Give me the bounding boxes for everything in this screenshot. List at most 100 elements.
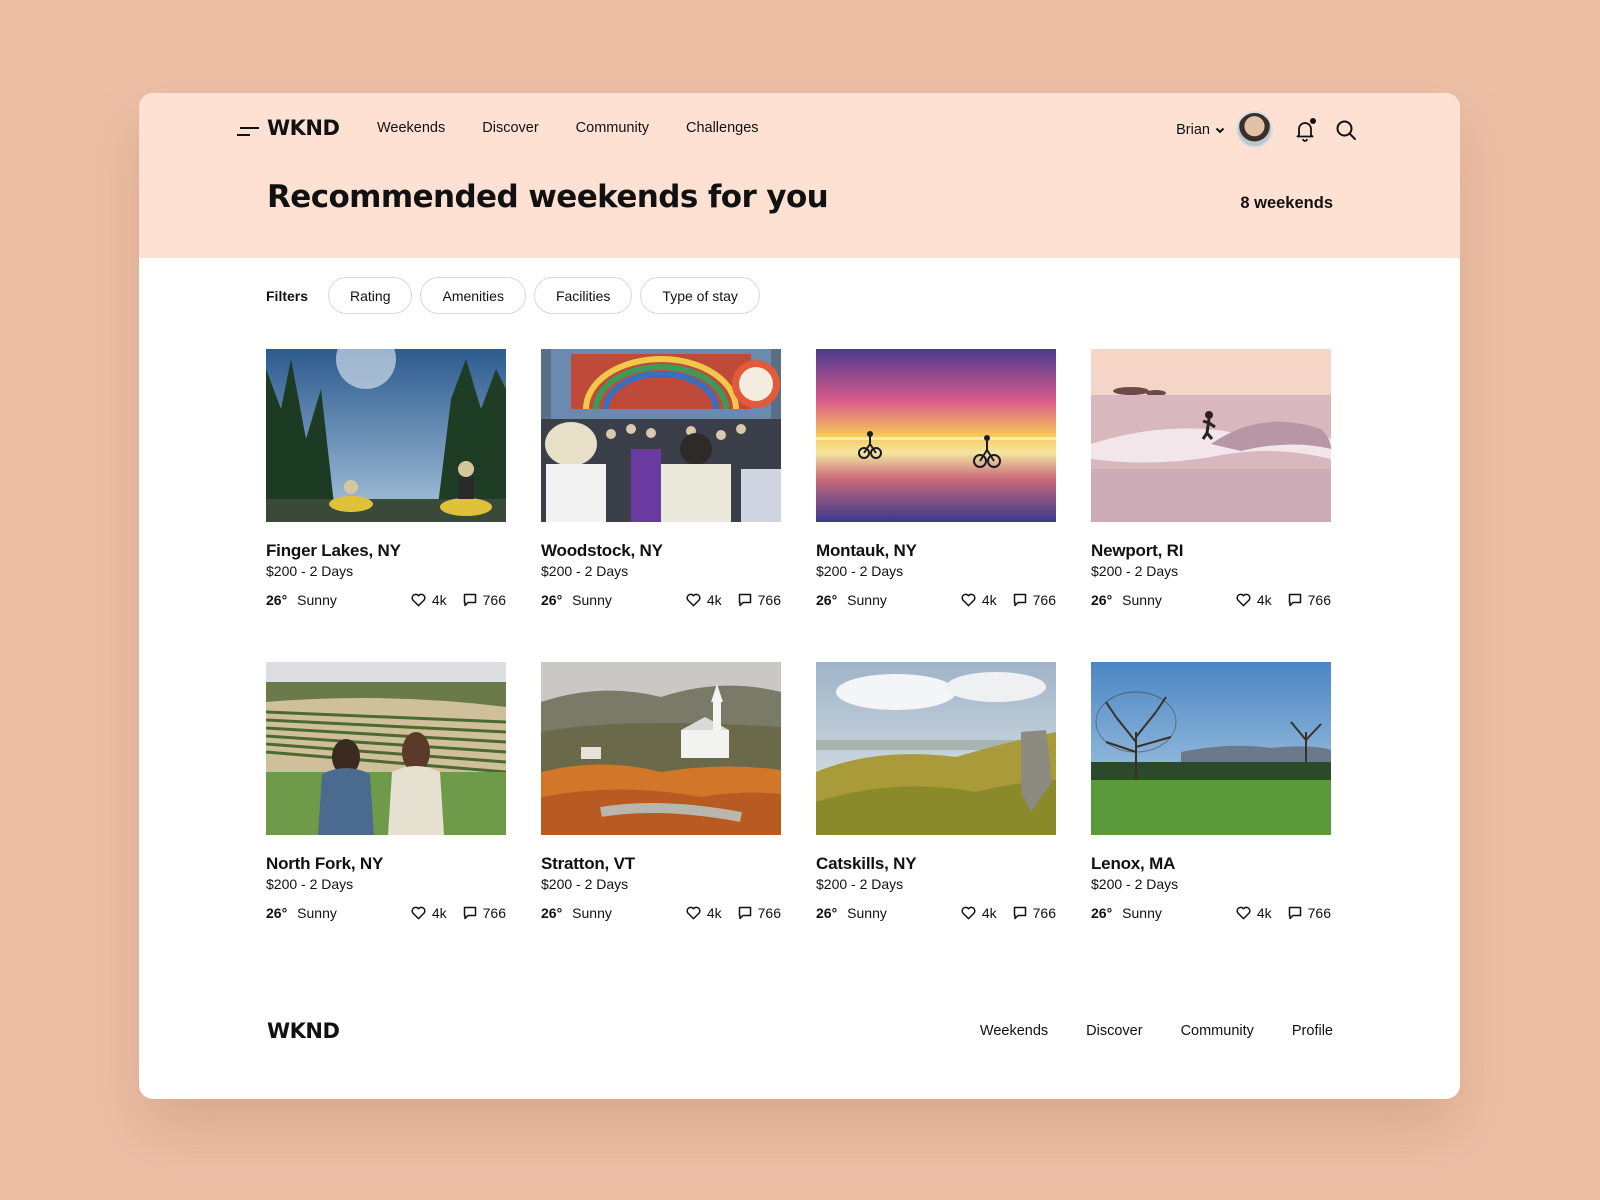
footer-link-weekends[interactable]: Weekends xyxy=(980,1023,1048,1039)
heart-icon xyxy=(411,906,426,920)
nav-link-challenges[interactable]: Challenges xyxy=(686,120,759,136)
comment-icon xyxy=(463,593,476,607)
comment-button[interactable]: 766 xyxy=(1013,905,1056,921)
filter-chip-facilities[interactable]: Facilities xyxy=(533,277,633,314)
hero-header: WKND Weekends Discover Community Challen… xyxy=(139,93,1460,258)
like-button[interactable]: 4k xyxy=(1236,592,1272,608)
card-title[interactable]: Finger Lakes, NY xyxy=(266,541,506,561)
heart-icon xyxy=(686,593,701,607)
notification-dot xyxy=(1310,117,1316,124)
nav-link-weekends[interactable]: Weekends xyxy=(377,120,445,136)
weekend-card[interactable]: Newport, RI $200 - 2 Days 26° Sunny 4k 7… xyxy=(1091,349,1331,608)
card-title[interactable]: Montauk, NY xyxy=(816,541,1056,561)
card-title[interactable]: Lenox, MA xyxy=(1091,854,1331,874)
weekend-photo[interactable] xyxy=(541,349,781,522)
page-title: Recommended weekends for you xyxy=(267,179,829,215)
comment-button[interactable]: 766 xyxy=(738,592,781,608)
comment-button[interactable]: 766 xyxy=(1288,905,1331,921)
comment-count: 766 xyxy=(1032,592,1056,608)
card-title[interactable]: Catskills, NY xyxy=(816,854,1056,874)
footer-link-discover[interactable]: Discover xyxy=(1086,1023,1142,1039)
weekend-card[interactable]: Catskills, NY $200 - 2 Days 26° Sunny 4k… xyxy=(816,662,1056,921)
comment-icon xyxy=(1013,906,1026,920)
nav-link-community[interactable]: Community xyxy=(576,120,649,136)
card-title[interactable]: North Fork, NY xyxy=(266,854,506,874)
weekend-grid: Finger Lakes, NY $200 - 2 Days 26° Sunny… xyxy=(266,349,1331,921)
like-button[interactable]: 4k xyxy=(686,905,722,921)
weekend-photo[interactable] xyxy=(541,662,781,835)
card-weather: Sunny xyxy=(572,905,612,921)
footer-link-profile[interactable]: Profile xyxy=(1292,1023,1333,1039)
card-title[interactable]: Newport, RI xyxy=(1091,541,1331,561)
weekend-photo[interactable] xyxy=(266,662,506,835)
user-name[interactable]: Brian xyxy=(1176,122,1210,138)
avatar[interactable] xyxy=(1236,111,1273,148)
comment-count: 766 xyxy=(482,905,506,921)
footer-links: Weekends Discover Community Profile xyxy=(942,1023,1333,1039)
search-button[interactable] xyxy=(1335,119,1357,141)
like-count: 4k xyxy=(1256,592,1272,608)
like-button[interactable]: 4k xyxy=(411,905,447,921)
like-count: 4k xyxy=(431,905,447,921)
card-title[interactable]: Woodstock, NY xyxy=(541,541,781,561)
weekend-card[interactable]: North Fork, NY $200 - 2 Days 26° Sunny 4… xyxy=(266,662,506,921)
card-price: $200 - 2 Days xyxy=(816,563,904,579)
card-temperature: 26° xyxy=(1091,592,1113,608)
weekend-card[interactable]: Lenox, MA $200 - 2 Days 26° Sunny 4k 766 xyxy=(1091,662,1331,921)
like-button[interactable]: 4k xyxy=(686,592,722,608)
notifications-button[interactable] xyxy=(1293,117,1317,142)
card-meta: 26° Sunny 4k 766 xyxy=(816,592,1056,608)
card-price: $200 - 2 Days xyxy=(266,563,354,579)
card-meta: 26° Sunny 4k 766 xyxy=(541,905,781,921)
weekend-photo[interactable] xyxy=(266,349,506,522)
weekend-card[interactable]: Woodstock, NY $200 - 2 Days 26° Sunny 4k… xyxy=(541,349,781,608)
comment-count: 766 xyxy=(1307,905,1331,921)
card-temperature: 26° xyxy=(816,592,838,608)
top-navigation: WKND Weekends Discover Community Challen… xyxy=(139,93,1460,167)
nav-links: Weekends Discover Community Challenges xyxy=(377,120,796,136)
nav-link-discover[interactable]: Discover xyxy=(482,120,538,136)
user-area: Brian xyxy=(1176,111,1357,148)
comment-button[interactable]: 766 xyxy=(463,592,506,608)
filters-label: Filters xyxy=(266,287,309,304)
app-window: WKND Weekends Discover Community Challen… xyxy=(139,93,1460,1099)
comment-icon xyxy=(463,906,476,920)
card-title[interactable]: Stratton, VT xyxy=(541,854,781,874)
weekend-photo[interactable] xyxy=(1091,662,1331,835)
chevron-down-icon[interactable] xyxy=(1214,124,1226,136)
like-button[interactable]: 4k xyxy=(411,592,447,608)
filter-chip-rating[interactable]: Rating xyxy=(328,277,413,314)
menu-icon[interactable] xyxy=(237,124,259,138)
weekend-photo[interactable] xyxy=(816,662,1056,835)
logo[interactable]: WKND xyxy=(267,116,340,140)
like-button[interactable]: 4k xyxy=(1236,905,1272,921)
weekend-card[interactable]: Finger Lakes, NY $200 - 2 Days 26° Sunny… xyxy=(266,349,506,608)
comment-button[interactable]: 766 xyxy=(463,905,506,921)
comment-button[interactable]: 766 xyxy=(1013,592,1056,608)
like-count: 4k xyxy=(706,905,722,921)
weekend-count: 8 weekends xyxy=(1240,194,1333,212)
weekend-card[interactable]: Montauk, NY $200 - 2 Days 26° Sunny 4k 7… xyxy=(816,349,1056,608)
card-weather: Sunny xyxy=(572,592,612,608)
footer-logo[interactable]: WKND xyxy=(267,1019,340,1043)
filters-bar: Filters Rating Amenities Facilities Type… xyxy=(266,277,768,314)
comment-button[interactable]: 766 xyxy=(1288,592,1331,608)
weekend-card[interactable]: Stratton, VT $200 - 2 Days 26° Sunny 4k … xyxy=(541,662,781,921)
search-icon xyxy=(1336,120,1356,140)
comment-button[interactable]: 766 xyxy=(738,905,781,921)
card-meta: 26° Sunny 4k 766 xyxy=(1091,905,1331,921)
card-weather: Sunny xyxy=(1122,905,1162,921)
comment-icon xyxy=(1288,906,1301,920)
card-meta: 26° Sunny 4k 766 xyxy=(541,592,781,608)
card-price: $200 - 2 Days xyxy=(816,876,904,892)
like-button[interactable]: 4k xyxy=(961,592,997,608)
card-temperature: 26° xyxy=(541,592,563,608)
card-weather: Sunny xyxy=(847,592,887,608)
weekend-photo[interactable] xyxy=(1091,349,1331,522)
filter-chip-amenities[interactable]: Amenities xyxy=(420,277,526,314)
weekend-photo[interactable] xyxy=(816,349,1056,522)
like-button[interactable]: 4k xyxy=(961,905,997,921)
like-count: 4k xyxy=(981,905,997,921)
filter-chip-type-of-stay[interactable]: Type of stay xyxy=(640,277,760,314)
footer-link-community[interactable]: Community xyxy=(1181,1023,1254,1039)
